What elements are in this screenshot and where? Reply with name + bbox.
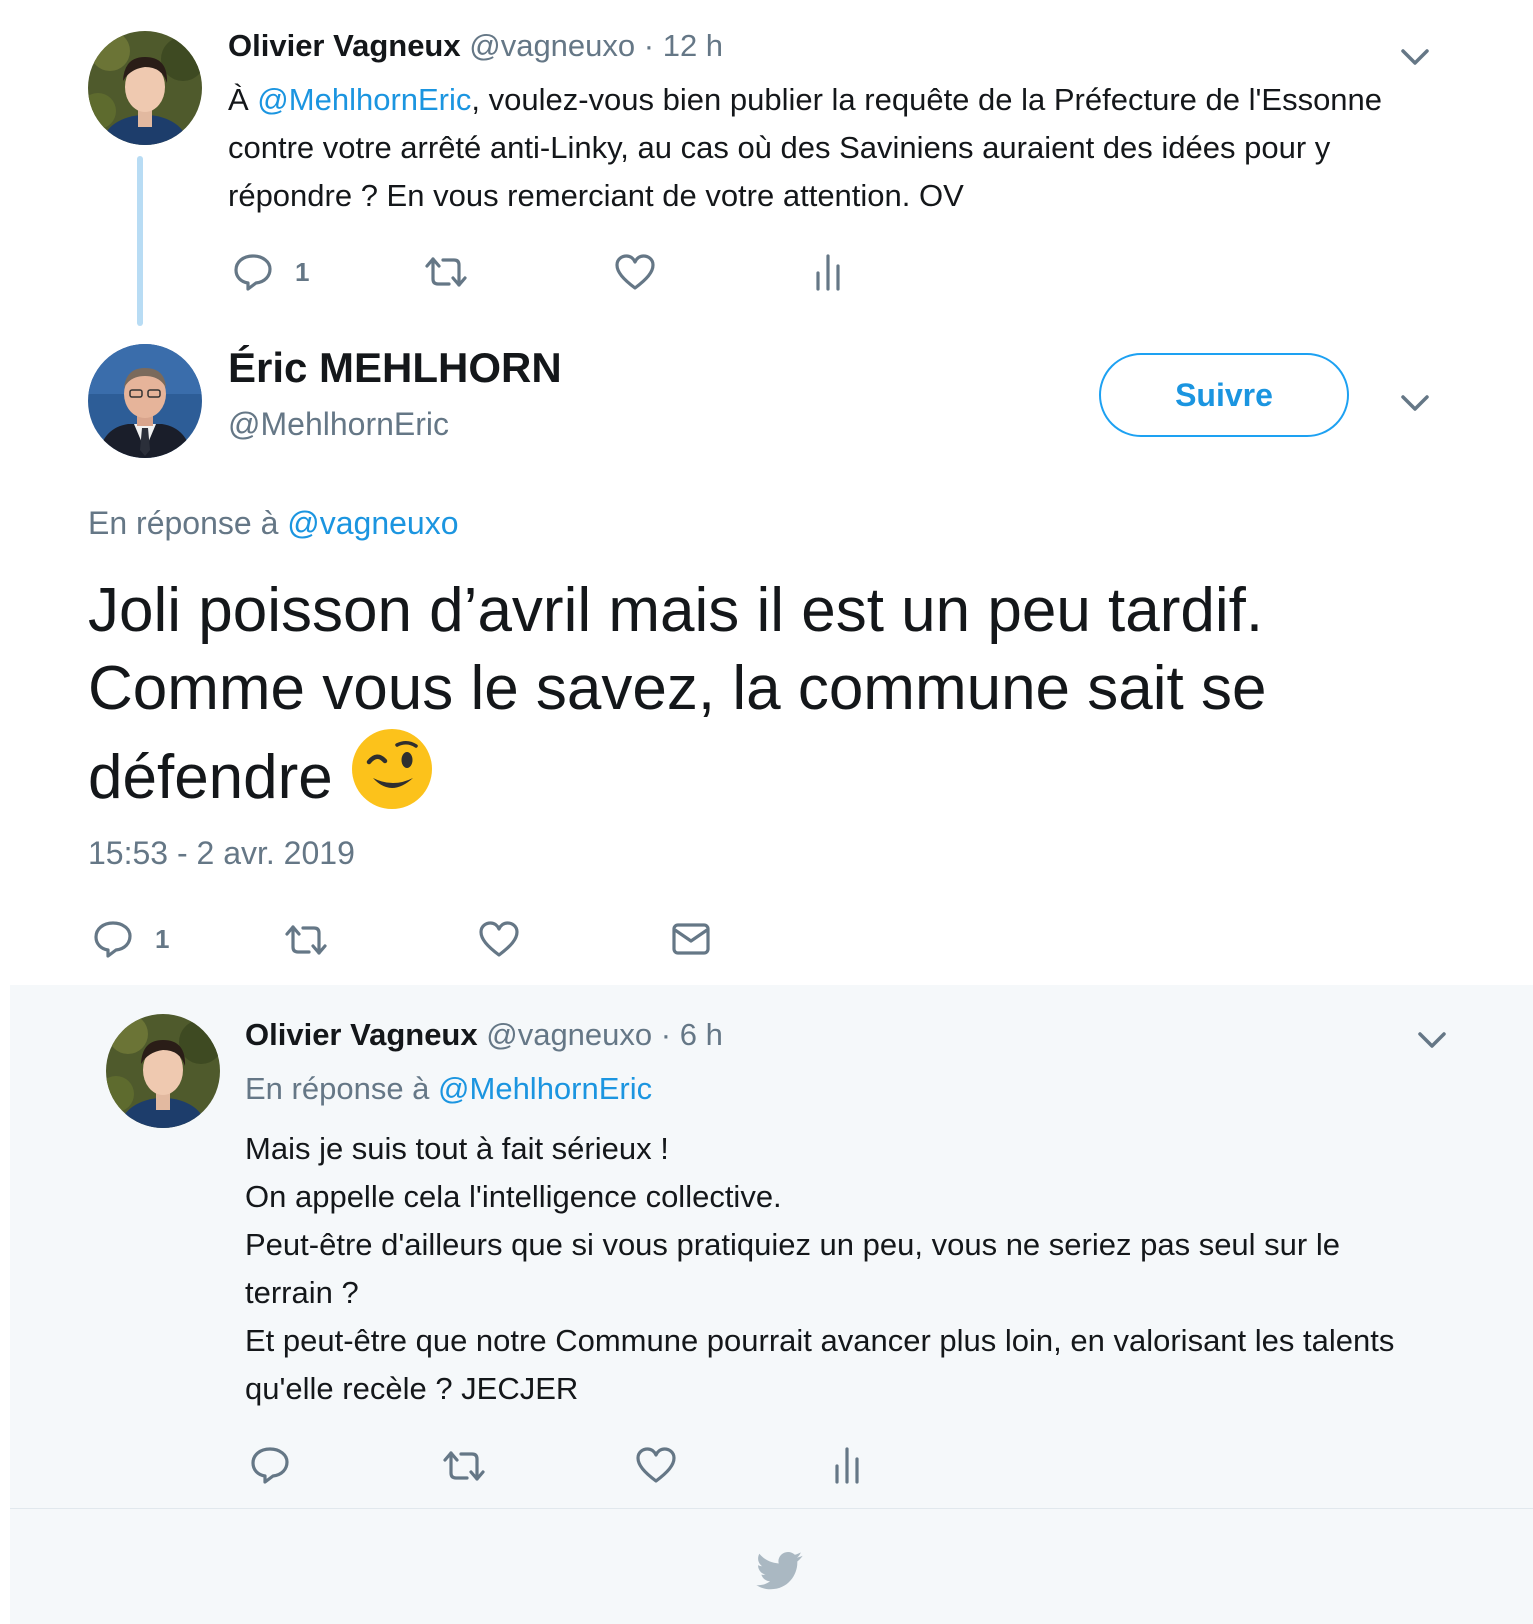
avatar[interactable] bbox=[88, 31, 202, 145]
reply-context-label: En réponse à bbox=[88, 505, 288, 541]
twitter-bird-icon bbox=[756, 1551, 803, 1590]
tweet-text-line: Mais je suis tout à fait sérieux ! bbox=[245, 1131, 669, 1166]
avatar[interactable] bbox=[88, 344, 202, 458]
reply-button[interactable]: 1 bbox=[233, 253, 309, 291]
reply-count: 1 bbox=[295, 256, 310, 287]
chevron-down-icon[interactable] bbox=[1397, 390, 1433, 414]
tweet-header: Olivier Vagneux @vagneuxo · 6 h bbox=[245, 1017, 723, 1053]
reply-context-handle[interactable]: @vagneuxo bbox=[287, 505, 458, 541]
tweet-timestamp[interactable]: 15:53 - 2 avr. 2019 bbox=[88, 835, 355, 872]
reply-context-label: En réponse à bbox=[245, 1071, 439, 1106]
reply-icon bbox=[94, 921, 132, 958]
retweet-icon bbox=[425, 257, 467, 287]
retweet-button[interactable] bbox=[441, 1449, 487, 1483]
retweet-icon bbox=[285, 925, 327, 955]
envelope-icon bbox=[672, 923, 710, 955]
reply-icon bbox=[251, 1447, 289, 1484]
reply-context: En réponse à @vagneuxo bbox=[88, 505, 459, 542]
heart-icon bbox=[479, 921, 519, 957]
tweet-text: Mais je suis tout à fait sérieux ! On ap… bbox=[245, 1125, 1425, 1413]
tweet-header: Olivier Vagneux @vagneuxo · 12 h bbox=[228, 28, 723, 64]
analytics-icon bbox=[816, 254, 840, 291]
tweet-text: Joli poisson d’avril mais il est un peu … bbox=[88, 572, 1448, 817]
heart-icon bbox=[636, 1447, 676, 1483]
tweet-text-prefix: À bbox=[228, 82, 258, 117]
reply-context-handle[interactable]: @MehlhornEric bbox=[438, 1071, 652, 1106]
reply-count: 1 bbox=[155, 923, 170, 954]
tweet-time[interactable]: · 6 h bbox=[661, 1017, 723, 1052]
follow-button[interactable]: Suivre bbox=[1099, 353, 1349, 437]
author-name[interactable]: Éric MEHLHORN bbox=[228, 344, 562, 392]
tweet-text-line: Et peut-être que notre Commune pourrait … bbox=[245, 1323, 1395, 1406]
tweet-time[interactable]: · 12 h bbox=[644, 28, 723, 63]
tweet-text-line: On appelle cela l'intelligence collectiv… bbox=[245, 1179, 782, 1214]
tweet-text-body: Joli poisson d’avril mais il est un peu … bbox=[88, 576, 1267, 812]
avatar[interactable] bbox=[106, 1014, 220, 1128]
retweet-button[interactable] bbox=[423, 255, 469, 289]
reply-button[interactable] bbox=[250, 1446, 290, 1484]
dm-button[interactable] bbox=[671, 922, 711, 956]
analytics-button[interactable] bbox=[814, 253, 842, 291]
tweet-text: À @MehlhornEric, voulez-vous bien publie… bbox=[228, 76, 1388, 220]
like-button[interactable] bbox=[614, 253, 656, 291]
chevron-down-icon[interactable] bbox=[1397, 44, 1433, 68]
mention-link[interactable]: @MehlhornEric bbox=[257, 82, 471, 117]
tweet-thread: Olivier Vagneux @vagneuxo · 12 h À @Mehl… bbox=[0, 0, 1533, 1624]
retweet-icon bbox=[443, 1451, 485, 1481]
author-handle[interactable]: @vagneuxo bbox=[469, 28, 635, 63]
tweet-text-line: Peut-être d'ailleurs que si vous pratiqu… bbox=[245, 1227, 1340, 1310]
chevron-down-icon[interactable] bbox=[1414, 1027, 1450, 1051]
author-name[interactable]: Olivier Vagneux bbox=[228, 28, 461, 63]
analytics-icon bbox=[835, 1447, 859, 1484]
like-button[interactable] bbox=[635, 1446, 677, 1484]
reply-context: En réponse à @MehlhornEric bbox=[245, 1071, 652, 1107]
author-name[interactable]: Olivier Vagneux bbox=[245, 1017, 478, 1052]
analytics-button[interactable] bbox=[833, 1446, 861, 1484]
retweet-button[interactable] bbox=[283, 923, 329, 957]
like-button[interactable] bbox=[478, 920, 520, 958]
heart-icon bbox=[615, 254, 655, 290]
thread-connector bbox=[137, 156, 143, 326]
winking-face-emoji bbox=[351, 729, 432, 809]
reply-button[interactable]: 1 bbox=[93, 920, 169, 958]
author-handle[interactable]: @MehlhornEric bbox=[228, 406, 449, 443]
author-handle[interactable]: @vagneuxo bbox=[486, 1017, 652, 1052]
reply-icon bbox=[234, 254, 272, 291]
divider bbox=[10, 1508, 1533, 1509]
